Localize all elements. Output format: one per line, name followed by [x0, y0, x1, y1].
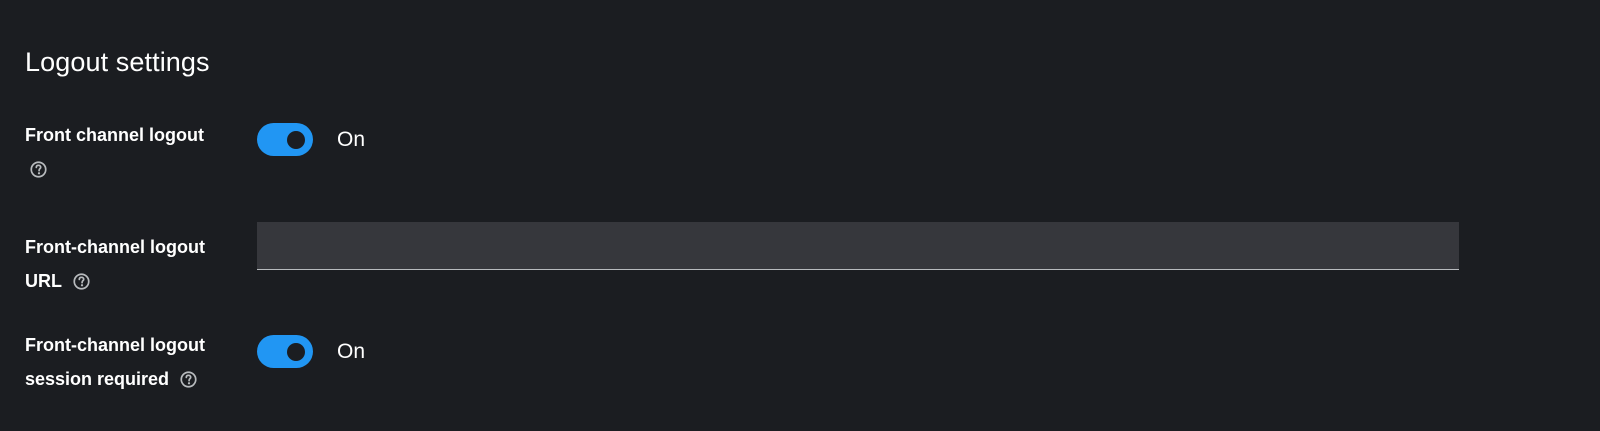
logout-settings-panel: Logout settings Front channel logout On … [0, 0, 1600, 431]
help-icon[interactable] [30, 161, 47, 178]
front-channel-logout-toggle-state: On [337, 128, 366, 151]
section-title: Logout settings [25, 47, 210, 77]
front-channel-logout-label-text: Front channel logout [25, 125, 204, 145]
front-channel-logout-url-label-line1: Front-channel logout [25, 237, 205, 257]
front-channel-logout-session-required-toggle[interactable] [257, 335, 313, 368]
session-required-toggle-state: On [337, 340, 366, 363]
front-channel-logout-url-label-line2: URL [25, 271, 62, 291]
toggle-knob [287, 130, 305, 149]
front-channel-logout-session-required-label: Front-channel logout session required [25, 328, 235, 396]
front-channel-logout-toggle[interactable] [257, 123, 313, 156]
session-required-label-line1: Front-channel logout [25, 335, 205, 355]
front-channel-logout-url-label: Front-channel logout URL [25, 230, 235, 298]
help-icon[interactable] [73, 273, 90, 290]
front-channel-logout-url-input[interactable] [257, 222, 1459, 270]
toggle-knob [287, 342, 305, 361]
front-channel-logout-label: Front channel logout [25, 118, 235, 186]
help-icon[interactable] [180, 371, 197, 388]
session-required-label-line2: session required [25, 369, 170, 389]
